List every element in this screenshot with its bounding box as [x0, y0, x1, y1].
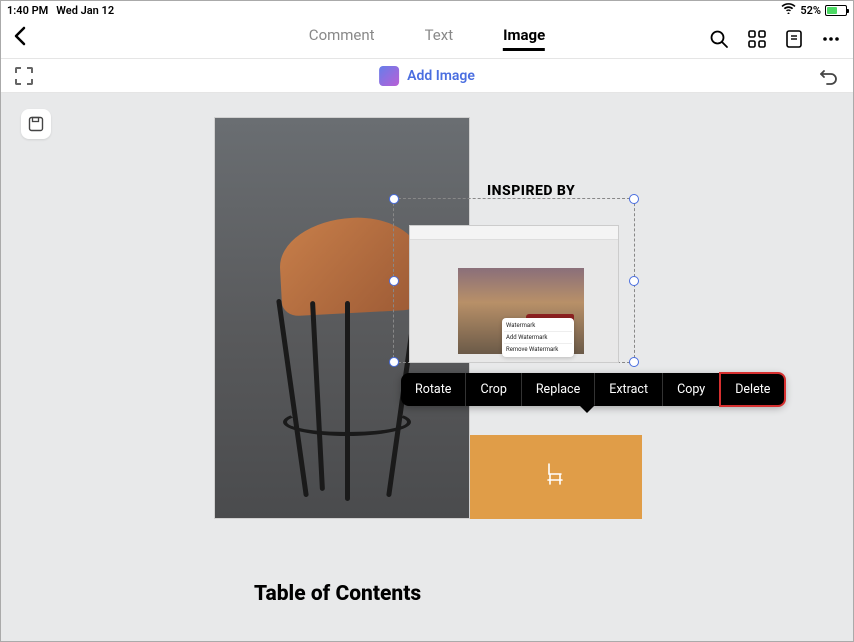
status-date: Wed Jan 12: [56, 4, 114, 17]
add-image-icon: [379, 66, 399, 86]
secondary-toolbar: Add Image: [1, 59, 853, 93]
context-copy[interactable]: Copy: [663, 373, 720, 406]
selection-tool-icon[interactable]: [15, 67, 33, 85]
top-toolbar: Comment Text Image: [1, 19, 853, 59]
toc-heading: Table of Contents: [254, 582, 421, 606]
context-rotate[interactable]: Rotate: [401, 373, 466, 406]
chair-small-icon: [546, 462, 566, 492]
undo-icon[interactable]: [817, 66, 839, 86]
inserted-image-content: Watermark Add Watermark Remove Watermark: [409, 225, 619, 363]
context-menu: Rotate Crop Replace Extract Copy Delete: [401, 373, 785, 406]
resize-handle-bottom-left[interactable]: [389, 357, 399, 367]
selected-image[interactable]: Watermark Add Watermark Remove Watermark: [393, 198, 635, 363]
resize-handle-top-left[interactable]: [389, 194, 399, 204]
orange-block: [470, 435, 642, 519]
battery-icon: [825, 5, 847, 16]
context-delete[interactable]: Delete: [719, 372, 786, 407]
battery-percent: 52%: [800, 4, 821, 17]
add-image-label: Add Image: [407, 68, 475, 84]
more-icon[interactable]: [821, 29, 841, 49]
tab-comment[interactable]: Comment: [309, 26, 375, 51]
status-bar: 1:40 PM Wed Jan 12 52%: [1, 1, 853, 19]
tab-image[interactable]: Image: [503, 26, 545, 51]
resize-handle-mid-left[interactable]: [389, 276, 399, 286]
save-button[interactable]: [21, 109, 51, 139]
inserted-popup-menu: Watermark Add Watermark Remove Watermark: [502, 318, 574, 357]
page-icon[interactable]: [785, 29, 803, 49]
tabs-row: Comment Text Image: [309, 26, 545, 51]
tab-text[interactable]: Text: [425, 26, 454, 51]
resize-handle-mid-right[interactable]: [629, 276, 639, 286]
context-menu-arrow-icon: [579, 405, 595, 413]
resize-handle-bottom-right[interactable]: [629, 357, 639, 367]
wifi-icon: [781, 3, 796, 17]
status-time: 1:40 PM: [7, 4, 48, 17]
context-replace[interactable]: Replace: [522, 373, 595, 406]
resize-handle-top-right[interactable]: [629, 194, 639, 204]
back-button[interactable]: [13, 26, 27, 52]
inspired-by-label: INSPIRED BY: [487, 183, 575, 199]
search-icon[interactable]: [709, 29, 729, 49]
context-extract[interactable]: Extract: [595, 373, 663, 406]
canvas-area[interactable]: INSPIRED BY Table of Contents Watermark …: [1, 93, 853, 641]
add-image-button[interactable]: Add Image: [379, 66, 475, 86]
grid-icon[interactable]: [747, 29, 767, 49]
context-crop[interactable]: Crop: [466, 373, 521, 406]
